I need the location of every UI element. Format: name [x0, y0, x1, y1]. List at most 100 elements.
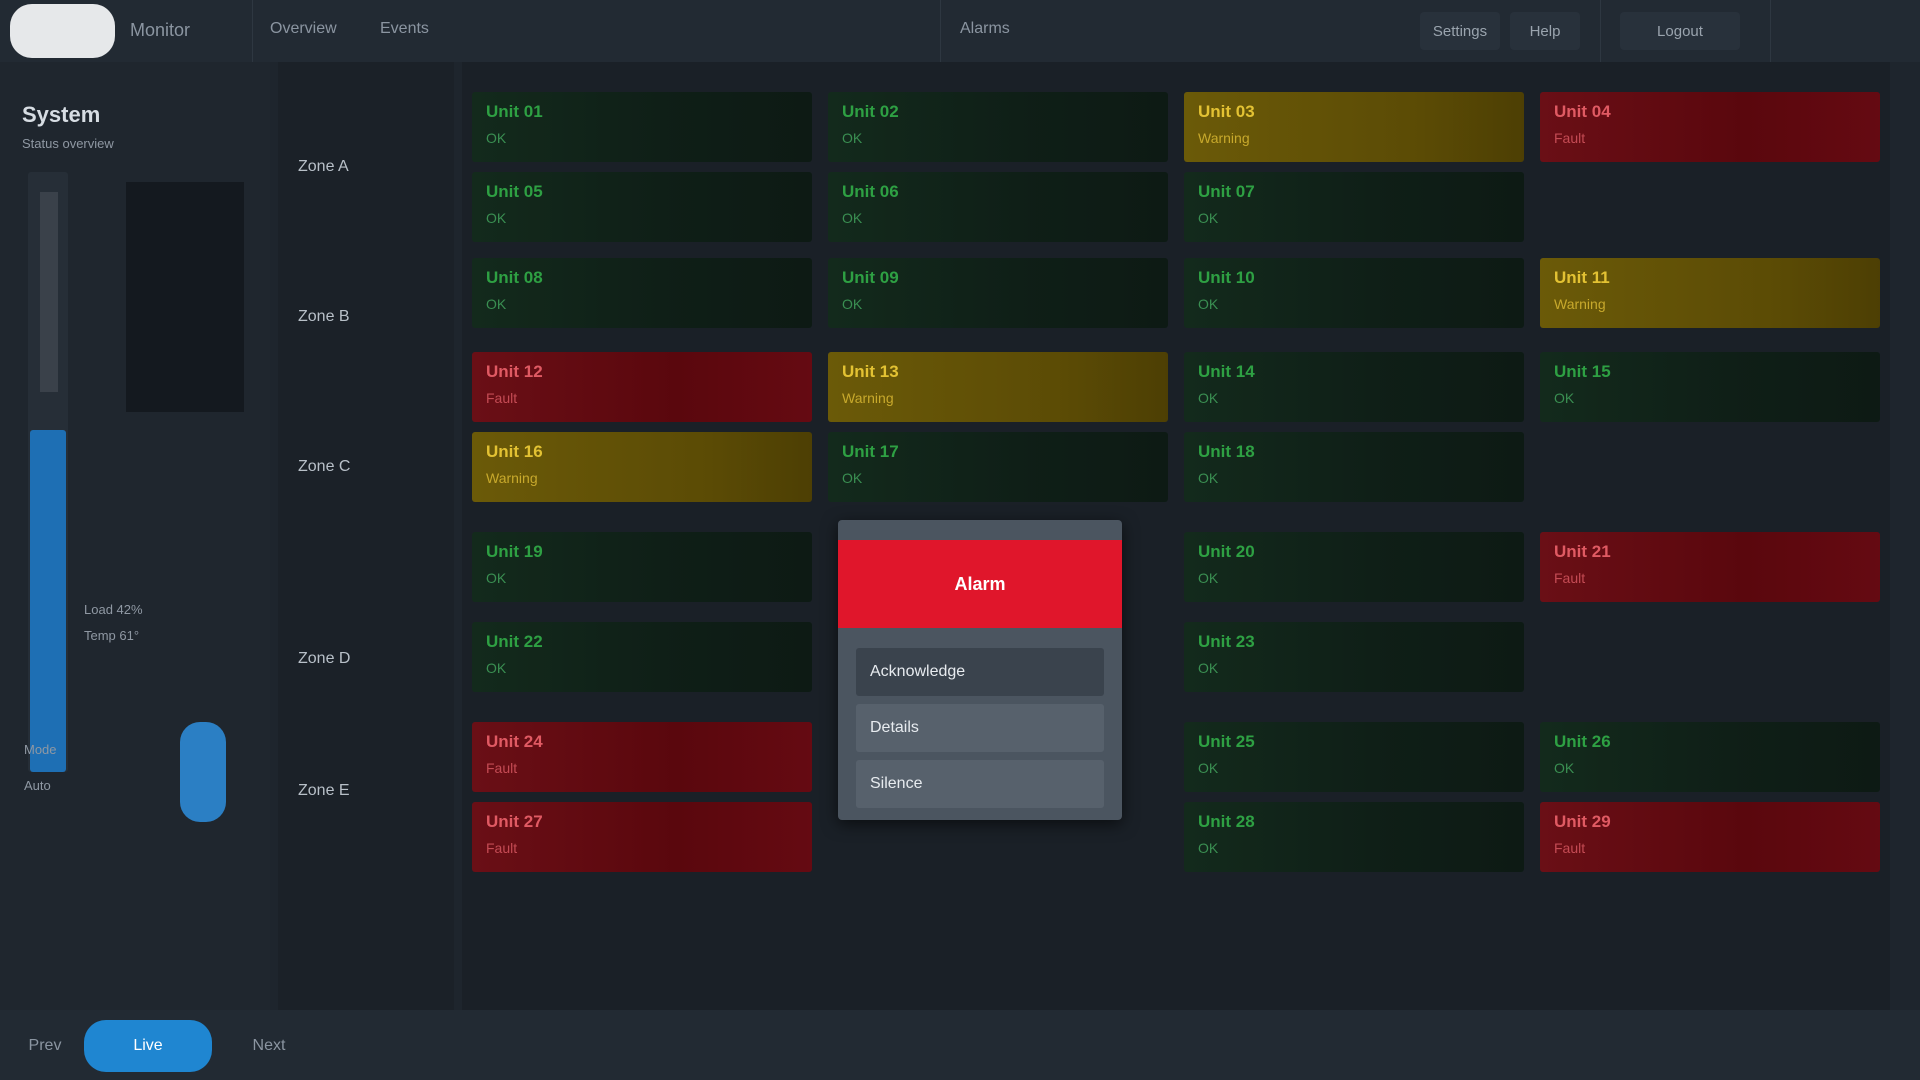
cell-value: Fault — [486, 760, 518, 776]
cell-value: OK — [1554, 390, 1575, 406]
row-label: Zone D — [298, 650, 351, 667]
status-cell[interactable]: Unit 18 OK — [1184, 432, 1524, 502]
settings-button[interactable]: Settings — [1420, 12, 1500, 50]
cell-value: Warning — [486, 470, 538, 486]
status-cell[interactable]: Unit 16 Warning — [472, 432, 812, 502]
status-cell[interactable]: Unit 20 OK — [1184, 532, 1524, 602]
cell-value: OK — [1198, 210, 1219, 226]
status-cell[interactable]: Unit 14 OK — [1184, 352, 1524, 422]
status-cell[interactable]: Unit 15 OK — [1540, 352, 1880, 422]
divider — [940, 0, 941, 62]
cell-value: OK — [1198, 390, 1219, 406]
status-cell[interactable]: Unit 03 Warning — [1184, 92, 1524, 162]
panel-subtitle: Status overview — [22, 136, 114, 151]
cell-value: Warning — [1554, 296, 1606, 312]
cell-value: Fault — [1554, 130, 1586, 146]
mode-value: Auto — [24, 778, 51, 793]
cell-name: Unit 03 — [1198, 102, 1255, 121]
cell-value: OK — [1554, 760, 1575, 776]
status-cell[interactable]: Unit 01 OK — [472, 92, 812, 162]
cell-name: Unit 27 — [486, 812, 543, 831]
cell-name: Unit 17 — [842, 442, 899, 461]
cell-value: OK — [842, 210, 863, 226]
status-cell[interactable]: Unit 06 OK — [828, 172, 1168, 242]
logout-button[interactable]: Logout — [1620, 12, 1740, 50]
top-bar: Monitor Overview Events Alarms Settings … — [0, 0, 1920, 62]
cell-name: Unit 07 — [1198, 182, 1255, 201]
status-cell[interactable]: Unit 12 Fault — [472, 352, 812, 422]
cell-value: OK — [486, 210, 507, 226]
cell-name: Unit 19 — [486, 542, 543, 561]
cell-name: Unit 21 — [1554, 542, 1611, 561]
status-cell[interactable]: Unit 04 Fault — [1540, 92, 1880, 162]
status-cell[interactable]: Unit 10 OK — [1184, 258, 1524, 328]
mode-toggle[interactable] — [180, 722, 226, 822]
row-label: Zone E — [298, 782, 350, 799]
status-cell[interactable]: Unit 17 OK — [828, 432, 1168, 502]
status-cell[interactable]: Unit 13 Warning — [828, 352, 1168, 422]
next-button[interactable]: Next — [226, 1020, 312, 1072]
cell-name: Unit 20 — [1198, 542, 1255, 561]
acknowledge-button[interactable]: Acknowledge — [856, 648, 1104, 696]
prev-button[interactable]: Prev — [10, 1020, 80, 1072]
cell-name: Unit 09 — [842, 268, 899, 287]
cell-value: OK — [486, 130, 507, 146]
live-button[interactable]: Live — [84, 1020, 212, 1072]
cell-name: Unit 06 — [842, 182, 899, 201]
status-cell[interactable]: Unit 22 OK — [472, 622, 812, 692]
cell-name: Unit 11 — [1554, 268, 1610, 287]
status-cell[interactable]: Unit 11 Warning — [1540, 258, 1880, 328]
status-cell[interactable]: Unit 23 OK — [1184, 622, 1524, 692]
status-cell[interactable]: Unit 29 Fault — [1540, 802, 1880, 872]
row-label: Zone C — [298, 458, 351, 475]
status-cell[interactable]: Unit 26 OK — [1540, 722, 1880, 792]
nav-overview[interactable]: Overview — [270, 20, 337, 38]
cell-value: Warning — [842, 390, 894, 406]
nav-events[interactable]: Events — [380, 20, 429, 38]
cell-value: OK — [486, 296, 507, 312]
status-grid: Unit 01 OK Unit 02 OK Unit 03 Warning Unit 04 F… — [462, 62, 1890, 1010]
status-cell[interactable]: Unit 02 OK — [828, 92, 1168, 162]
cell-value: OK — [842, 470, 863, 486]
status-cell[interactable]: Unit 21 Fault — [1540, 532, 1880, 602]
divider — [1770, 0, 1771, 62]
status-cell[interactable]: Unit 19 OK — [472, 532, 812, 602]
status-cell[interactable]: Unit 07 OK — [1184, 172, 1524, 242]
cell-name: Unit 26 — [1554, 732, 1611, 751]
cell-name: Unit 25 — [1198, 732, 1255, 751]
cell-name: Unit 22 — [486, 632, 543, 651]
cell-name: Unit 13 — [842, 362, 899, 381]
status-cell[interactable]: Unit 09 OK — [828, 258, 1168, 328]
cell-value: Fault — [486, 840, 518, 856]
status-cell[interactable]: Unit 27 Fault — [472, 802, 812, 872]
divider — [252, 0, 253, 62]
status-cell[interactable]: Unit 28 OK — [1184, 802, 1524, 872]
footer-bar: Prev Live Next — [0, 1010, 1920, 1080]
help-button[interactable]: Help — [1510, 12, 1580, 50]
silence-button[interactable]: Silence — [856, 760, 1104, 808]
cell-name: Unit 01 — [486, 102, 543, 121]
cell-value: Warning — [1198, 130, 1250, 146]
status-cell[interactable]: Unit 05 OK — [472, 172, 812, 242]
panel-title: System — [22, 102, 101, 127]
cell-name: Unit 05 — [486, 182, 543, 201]
row-labels: Zone A Zone B Zone C Zone D Zone E — [278, 62, 454, 1010]
cell-name: Unit 24 — [486, 732, 543, 751]
row-label: Zone A — [298, 158, 349, 175]
status-cell[interactable]: Unit 25 OK — [1184, 722, 1524, 792]
status-cell[interactable]: Unit 08 OK — [472, 258, 812, 328]
cell-name: Unit 08 — [486, 268, 543, 287]
details-button[interactable]: Details — [856, 704, 1104, 752]
cell-value: Fault — [486, 390, 518, 406]
status-cell[interactable]: Unit 24 Fault — [472, 722, 812, 792]
cell-name: Unit 02 — [842, 102, 899, 121]
cell-value: OK — [486, 570, 507, 586]
preview-panel — [126, 182, 244, 412]
app-title: Monitor — [130, 20, 191, 40]
alarm-popup: Alarm Acknowledge Details Silence — [838, 520, 1122, 820]
cell-name: Unit 18 — [1198, 442, 1255, 461]
cell-name: Unit 04 — [1554, 102, 1611, 121]
cell-name: Unit 12 — [486, 362, 543, 381]
nav-alarms[interactable]: Alarms — [960, 20, 1010, 38]
mode-label: Mode — [24, 742, 57, 757]
